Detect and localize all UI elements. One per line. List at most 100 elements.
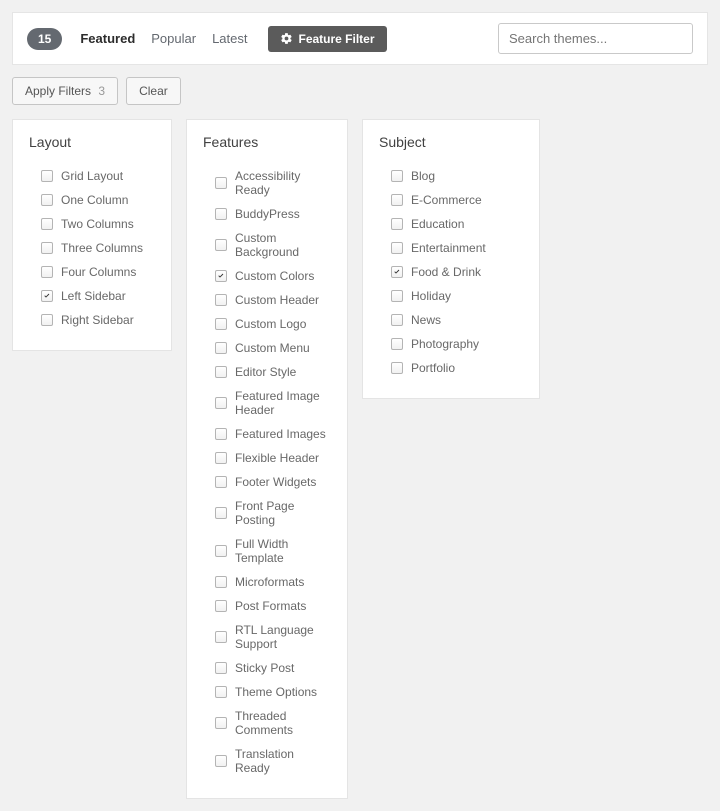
layout-heading: Layout xyxy=(29,134,155,150)
checkbox-icon xyxy=(215,686,227,698)
filter-option[interactable]: Custom Logo xyxy=(203,312,331,336)
filter-option[interactable]: Holiday xyxy=(379,284,523,308)
apply-filters-button[interactable]: Apply Filters 3 xyxy=(12,77,118,105)
option-label: Food & Drink xyxy=(411,265,481,279)
subject-column: Subject Blog E-Commerce Education Entertain… xyxy=(362,119,540,399)
option-label: Right Sidebar xyxy=(61,313,134,327)
option-label: Holiday xyxy=(411,289,451,303)
filter-option[interactable]: Photography xyxy=(379,332,523,356)
option-label: Footer Widgets xyxy=(235,475,316,489)
checkbox-icon xyxy=(215,507,227,519)
filter-option[interactable]: Entertainment xyxy=(379,236,523,260)
option-label: Custom Header xyxy=(235,293,319,307)
checkbox-icon xyxy=(391,362,403,374)
filter-option[interactable]: Left Sidebar xyxy=(29,284,155,308)
option-label: Flexible Header xyxy=(235,451,319,465)
checkbox-icon xyxy=(391,194,403,206)
filter-option[interactable]: Food & Drink xyxy=(379,260,523,284)
option-label: News xyxy=(411,313,441,327)
filter-option[interactable]: BuddyPress xyxy=(203,202,331,226)
checkbox-icon xyxy=(391,170,403,182)
gear-icon xyxy=(280,32,293,45)
filter-option[interactable]: News xyxy=(379,308,523,332)
filter-option[interactable]: Theme Options xyxy=(203,680,331,704)
filter-option[interactable]: Translation Ready xyxy=(203,742,331,780)
filter-option[interactable]: Editor Style xyxy=(203,360,331,384)
checkbox-icon xyxy=(41,266,53,278)
option-label: Custom Logo xyxy=(235,317,306,331)
filter-option[interactable]: Right Sidebar xyxy=(29,308,155,332)
option-label: E-Commerce xyxy=(411,193,482,207)
checkbox-icon xyxy=(215,366,227,378)
filter-option[interactable]: E-Commerce xyxy=(379,188,523,212)
option-label: Full Width Template xyxy=(235,537,331,565)
filter-option[interactable]: Footer Widgets xyxy=(203,470,331,494)
filter-option[interactable]: Grid Layout xyxy=(29,164,155,188)
checkbox-icon xyxy=(41,290,53,302)
option-label: Post Formats xyxy=(235,599,306,613)
option-label: Translation Ready xyxy=(235,747,331,775)
checkbox-icon xyxy=(215,318,227,330)
option-label: Left Sidebar xyxy=(61,289,126,303)
checkbox-icon xyxy=(391,242,403,254)
option-label: Front Page Posting xyxy=(235,499,331,527)
theme-count-badge: 15 xyxy=(27,28,62,50)
feature-filter-button[interactable]: Feature Filter xyxy=(268,26,387,52)
checkbox-icon xyxy=(215,239,227,251)
checkbox-icon xyxy=(215,662,227,674)
checkbox-icon xyxy=(391,266,403,278)
checkbox-icon xyxy=(215,208,227,220)
checkbox-icon xyxy=(215,717,227,729)
filter-option[interactable]: Full Width Template xyxy=(203,532,331,570)
topbar: 15 Featured Popular Latest Feature Filter xyxy=(12,12,708,65)
filter-option[interactable]: Microformats xyxy=(203,570,331,594)
filter-option[interactable]: Two Columns xyxy=(29,212,155,236)
theme-filter-page: 15 FeaturedPopularLatest Feature Filter … xyxy=(0,0,720,811)
filter-option[interactable]: RTL Language Support xyxy=(203,618,331,656)
checkbox-icon xyxy=(215,576,227,588)
filter-option[interactable]: Post Formats xyxy=(203,594,331,618)
filter-option[interactable]: Flexible Header xyxy=(203,446,331,470)
filter-option[interactable]: Four Columns xyxy=(29,260,155,284)
checkbox-icon xyxy=(391,218,403,230)
filter-option[interactable]: One Column xyxy=(29,188,155,212)
checkbox-icon xyxy=(41,218,53,230)
checkbox-icon xyxy=(41,314,53,326)
checkbox-icon xyxy=(41,170,53,182)
option-label: Four Columns xyxy=(61,265,136,279)
search-input[interactable] xyxy=(498,23,693,54)
checkbox-icon xyxy=(391,338,403,350)
filter-option[interactable]: Blog xyxy=(379,164,523,188)
filter-option[interactable]: Threaded Comments xyxy=(203,704,331,742)
clear-button[interactable]: Clear xyxy=(126,77,181,105)
subject-heading: Subject xyxy=(379,134,523,150)
filter-option[interactable]: Three Columns xyxy=(29,236,155,260)
checkbox-icon xyxy=(215,342,227,354)
option-label: Editor Style xyxy=(235,365,296,379)
checkbox-icon xyxy=(215,177,227,189)
option-label: Portfolio xyxy=(411,361,455,375)
filter-option[interactable]: Custom Colors xyxy=(203,264,331,288)
option-label: Education xyxy=(411,217,464,231)
filter-option[interactable]: Front Page Posting xyxy=(203,494,331,532)
filter-option[interactable]: Custom Menu xyxy=(203,336,331,360)
tab-popular[interactable]: Popular xyxy=(151,31,196,46)
option-label: RTL Language Support xyxy=(235,623,331,651)
checkbox-icon xyxy=(215,755,227,767)
tab-featured[interactable]: Featured xyxy=(80,31,135,46)
filter-option[interactable]: Education xyxy=(379,212,523,236)
option-label: Featured Images xyxy=(235,427,326,441)
filter-option[interactable]: Sticky Post xyxy=(203,656,331,680)
tab-latest[interactable]: Latest xyxy=(212,31,247,46)
filter-option[interactable]: Featured Images xyxy=(203,422,331,446)
option-label: Custom Menu xyxy=(235,341,310,355)
checkbox-icon xyxy=(391,290,403,302)
features-column: Features Accessibility ReadyBuddyPressCu… xyxy=(186,119,348,799)
checkbox-icon xyxy=(41,242,53,254)
filter-option[interactable]: Custom Background xyxy=(203,226,331,264)
filter-option[interactable]: Accessibility Ready xyxy=(203,164,331,202)
filter-option[interactable]: Portfolio xyxy=(379,356,523,380)
filter-option[interactable]: Featured Image Header xyxy=(203,384,331,422)
filter-option[interactable]: Custom Header xyxy=(203,288,331,312)
option-label: Sticky Post xyxy=(235,661,294,675)
